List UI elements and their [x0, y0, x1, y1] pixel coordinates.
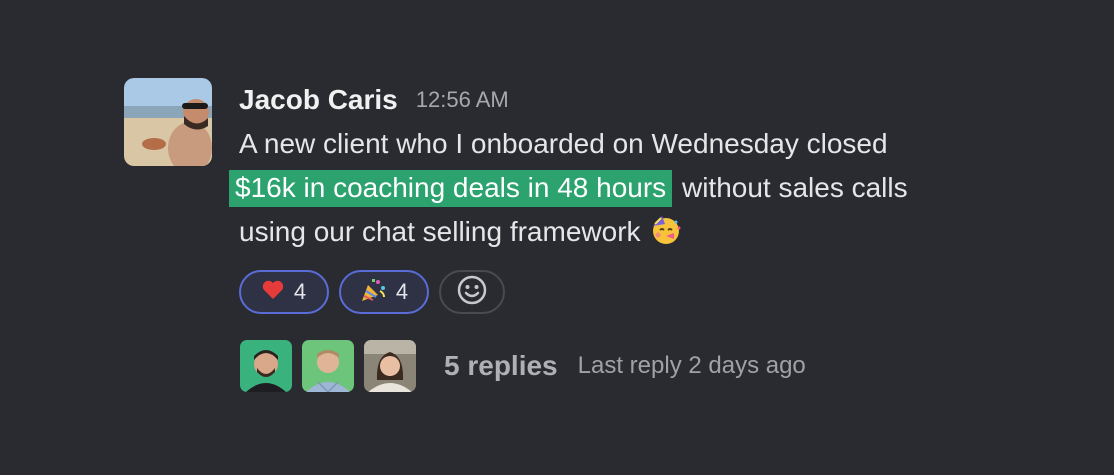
- thread-summary[interactable]: 5 replies Last reply 2 days ago: [240, 340, 1019, 392]
- author-name[interactable]: Jacob Caris: [239, 84, 398, 116]
- reaction-count: 4: [293, 279, 307, 304]
- reply-avatar-2: [302, 340, 354, 392]
- party-popper-icon: [360, 277, 386, 308]
- highlighted-text: $16k in coaching deals in 48 hours: [229, 170, 673, 207]
- author-avatar[interactable]: [124, 78, 212, 166]
- red-heart-icon: [262, 280, 284, 305]
- reply-avatar-1: [240, 340, 292, 392]
- last-reply-time: Last reply 2 days ago: [577, 352, 806, 379]
- reaction-party-popper[interactable]: 4: [339, 270, 429, 314]
- smiley-add-icon: [456, 274, 488, 311]
- face-with-party-horn-icon: [650, 214, 682, 246]
- reaction-heart[interactable]: 4: [239, 270, 329, 314]
- message-text-line-3: using our chat selling framework: [239, 216, 649, 247]
- message-text-line-1: A new client who I onboarded on Wednesda…: [239, 128, 888, 159]
- add-reaction-button[interactable]: [439, 270, 505, 314]
- reaction-count: 4: [395, 279, 409, 304]
- reactions-bar: 4 4: [239, 270, 1019, 314]
- message-text-after-highlight: without sales calls: [674, 172, 908, 203]
- replies-count-link[interactable]: 5 replies: [444, 350, 558, 382]
- message-body: A new client who I onboarded on Wednesda…: [229, 122, 1019, 254]
- message-timestamp[interactable]: 12:56 AM: [416, 87, 509, 113]
- reply-avatar-3: [364, 340, 416, 392]
